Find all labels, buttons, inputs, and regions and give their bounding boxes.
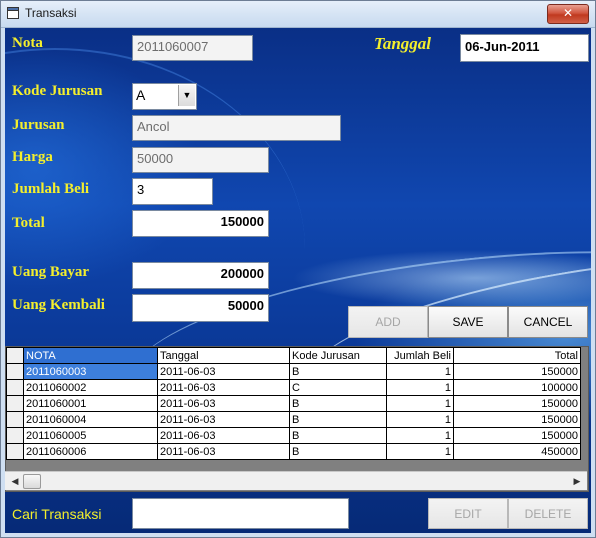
cancel-button[interactable]: CANCEL xyxy=(508,306,588,338)
cell-jumlah-beli[interactable]: 1 xyxy=(386,363,454,380)
arrow-left-icon[interactable]: ◀ xyxy=(7,473,23,489)
scrollbar-thumb[interactable] xyxy=(23,474,41,489)
transaksi-window: Transaksi ✕ Nota 2011060007 Tanggal 06-J… xyxy=(0,0,596,538)
table-row[interactable]: 2011060003 2011-06-03 B 1 150000 xyxy=(6,363,581,380)
grid-row-header[interactable] xyxy=(6,379,24,396)
cell-kode-jurusan[interactable]: B xyxy=(289,427,387,444)
window-title: Transaksi xyxy=(25,6,77,20)
close-icon: ✕ xyxy=(562,6,574,20)
nota-field[interactable]: 2011060007 xyxy=(132,35,253,61)
jumlah-beli-label: Jumlah Beli xyxy=(12,181,90,197)
cell-kode-jurusan[interactable]: C xyxy=(289,379,387,396)
close-button[interactable]: ✕ xyxy=(547,4,589,24)
harga-label: Harga xyxy=(12,149,53,165)
kode-jurusan-label: Kode Jurusan xyxy=(12,83,103,99)
kode-jurusan-combo[interactable]: A ▼ xyxy=(132,83,197,110)
cell-total[interactable]: 100000 xyxy=(453,379,581,396)
nota-label: Nota xyxy=(12,35,43,51)
cell-total[interactable]: 450000 xyxy=(453,443,581,460)
cari-transaksi-input[interactable] xyxy=(132,498,349,529)
cell-tanggal[interactable]: 2011-06-03 xyxy=(157,411,290,428)
table-row[interactable]: 2011060001 2011-06-03 B 1 150000 xyxy=(6,395,581,412)
cell-total[interactable]: 150000 xyxy=(453,411,581,428)
total-label: Total xyxy=(12,215,45,231)
form-client-area: Nota 2011060007 Tanggal 06-Jun-2011 Kode… xyxy=(5,28,591,533)
cell-nota[interactable]: 2011060001 xyxy=(23,395,158,412)
grid-row-header xyxy=(6,347,24,364)
column-header-kode-jurusan[interactable]: Kode Jurusan xyxy=(289,347,387,364)
jurusan-field[interactable]: Ancol xyxy=(132,115,341,141)
column-header-jumlah-beli[interactable]: Jumlah Beli xyxy=(386,347,454,364)
harga-field[interactable]: 50000 xyxy=(132,147,269,173)
grid-row-header[interactable] xyxy=(6,411,24,428)
cell-total[interactable]: 150000 xyxy=(453,395,581,412)
cell-jumlah-beli[interactable]: 1 xyxy=(386,443,454,460)
arrow-right-icon[interactable]: ▶ xyxy=(569,473,585,489)
cell-total[interactable]: 150000 xyxy=(453,427,581,444)
cell-jumlah-beli[interactable]: 1 xyxy=(386,379,454,396)
grid-row-header[interactable] xyxy=(6,395,24,412)
jurusan-label: Jurusan xyxy=(12,117,65,133)
cell-jumlah-beli[interactable]: 1 xyxy=(386,395,454,412)
cell-tanggal[interactable]: 2011-06-03 xyxy=(157,395,290,412)
chevron-down-icon[interactable]: ▼ xyxy=(178,85,195,106)
uang-bayar-label: Uang Bayar xyxy=(12,264,90,280)
grid-table: NOTA Tanggal Kode Jurusan Jumlah Beli To… xyxy=(6,347,581,460)
cell-kode-jurusan[interactable]: B xyxy=(289,443,387,460)
grid-row-header[interactable] xyxy=(6,363,24,380)
tanggal-field[interactable]: 06-Jun-2011 xyxy=(460,34,589,62)
add-button[interactable]: ADD xyxy=(348,306,428,338)
uang-kembali-label: Uang Kembali xyxy=(12,297,105,313)
column-header-total[interactable]: Total xyxy=(453,347,581,364)
cell-nota[interactable]: 2011060005 xyxy=(23,427,158,444)
cari-transaksi-label: Cari Transaksi xyxy=(12,506,102,522)
column-header-tanggal[interactable]: Tanggal xyxy=(157,347,290,364)
uang-kembali-field[interactable]: 50000 xyxy=(132,294,269,322)
total-field[interactable]: 150000 xyxy=(132,210,269,237)
cell-tanggal[interactable]: 2011-06-03 xyxy=(157,427,290,444)
grid-row-header[interactable] xyxy=(6,427,24,444)
delete-button[interactable]: DELETE xyxy=(508,498,588,529)
table-row[interactable]: 2011060004 2011-06-03 B 1 150000 xyxy=(6,411,581,428)
column-header-nota[interactable]: NOTA xyxy=(23,347,158,364)
table-row[interactable]: 2011060002 2011-06-03 C 1 100000 xyxy=(6,379,581,396)
cell-tanggal[interactable]: 2011-06-03 xyxy=(157,363,290,380)
grid-row-header[interactable] xyxy=(6,443,24,460)
table-row[interactable]: 2011060005 2011-06-03 B 1 150000 xyxy=(6,427,581,444)
cell-kode-jurusan[interactable]: B xyxy=(289,411,387,428)
cell-jumlah-beli[interactable]: 1 xyxy=(386,427,454,444)
cell-kode-jurusan[interactable]: B xyxy=(289,363,387,380)
grid-header-row: NOTA Tanggal Kode Jurusan Jumlah Beli To… xyxy=(6,347,581,364)
cell-nota[interactable]: 2011060003 xyxy=(23,363,158,380)
cell-total[interactable]: 150000 xyxy=(453,363,581,380)
cell-kode-jurusan[interactable]: B xyxy=(289,395,387,412)
cell-tanggal[interactable]: 2011-06-03 xyxy=(157,379,290,396)
cell-nota[interactable]: 2011060004 xyxy=(23,411,158,428)
cell-nota[interactable]: 2011060002 xyxy=(23,379,158,396)
table-row[interactable]: 2011060006 2011-06-03 B 1 450000 xyxy=(6,443,581,460)
cell-tanggal[interactable]: 2011-06-03 xyxy=(157,443,290,460)
kode-jurusan-value: A xyxy=(136,87,146,103)
jumlah-beli-field[interactable]: 3 xyxy=(132,178,213,205)
save-button[interactable]: SAVE xyxy=(428,306,508,338)
uang-bayar-field[interactable]: 200000 xyxy=(132,262,269,289)
horizontal-scrollbar[interactable]: ◀ ▶ xyxy=(5,471,587,490)
edit-button[interactable]: EDIT xyxy=(428,498,508,529)
window-icon xyxy=(7,7,19,19)
title-bar[interactable]: Transaksi ✕ xyxy=(1,1,595,28)
cell-nota[interactable]: 2011060006 xyxy=(23,443,158,460)
tanggal-label: Tanggal xyxy=(374,34,432,53)
cell-jumlah-beli[interactable]: 1 xyxy=(386,411,454,428)
